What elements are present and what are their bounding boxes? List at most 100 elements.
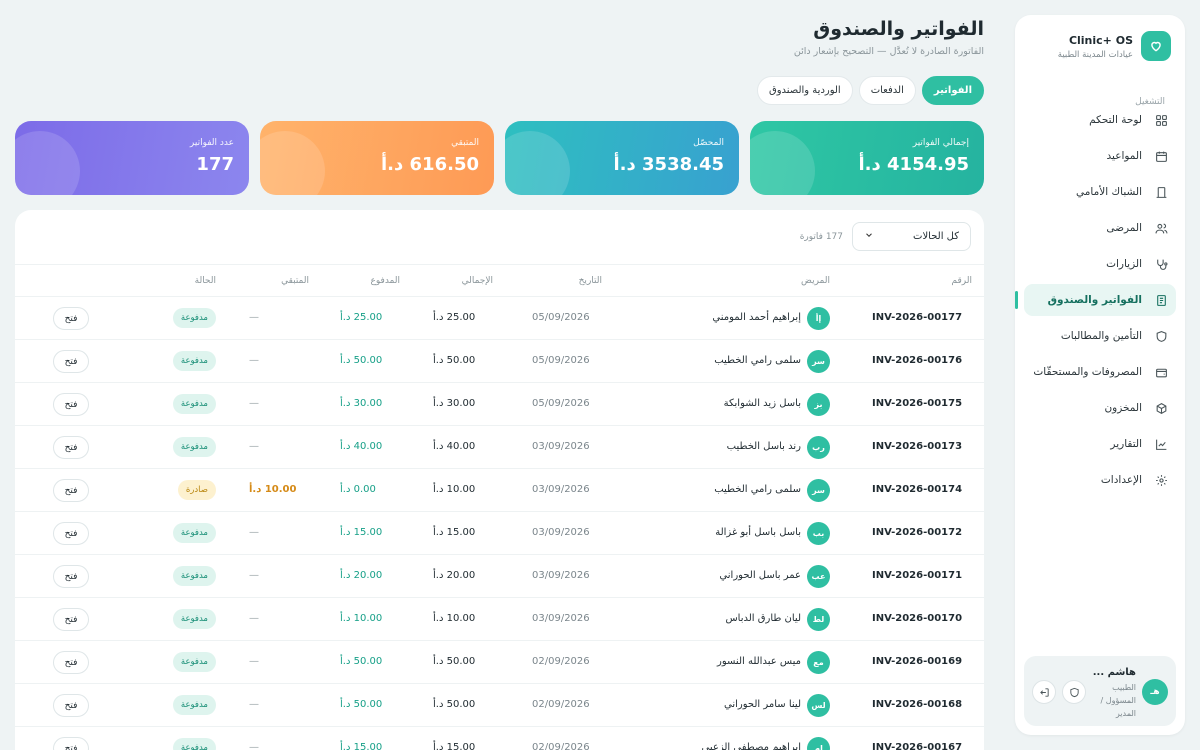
invoice-number: INV-2026-00170: [872, 613, 963, 624]
status-badge: مدفوعة: [172, 695, 216, 715]
open-invoice-button[interactable]: فتح: [53, 651, 89, 674]
open-invoice-button[interactable]: فتح: [53, 565, 89, 588]
sidebar-item-appointments[interactable]: المواعيد: [1024, 140, 1176, 172]
table-row[interactable]: INV-2026-00169 مع ميس عبدالله النسور 02/09/…: [15, 641, 984, 684]
sidebar-item-expenses[interactable]: المصروفات والمستحقّات: [1024, 356, 1176, 388]
open-invoice-button[interactable]: فتح: [53, 737, 89, 750]
page-title: الفواتير والصندوق: [813, 18, 984, 40]
open-invoice-button[interactable]: فتح: [53, 393, 89, 416]
patient-name[interactable]: باسل زيد الشوابكة: [724, 398, 801, 409]
sidebar-item-reports[interactable]: التقارير: [1024, 428, 1176, 460]
kpi-label: المحصّل: [693, 138, 724, 148]
patient-name[interactable]: سلمى رامي الخطيب: [714, 484, 801, 495]
sidebar-item-label: المرضى: [1106, 222, 1142, 234]
patient-name[interactable]: عمر باسل الحوراني: [719, 570, 801, 581]
invoice-date: 02/09/2026: [532, 742, 590, 750]
users-icon: [1154, 221, 1168, 235]
sidebar-item-patients[interactable]: المرضى: [1024, 212, 1176, 244]
invoice-total: 10.00 د.أ: [433, 613, 476, 624]
patient-avatar: مع: [807, 651, 830, 674]
invoice-date: 03/09/2026: [532, 441, 590, 452]
table-row[interactable]: INV-2026-00170 لط ليان طارق الدباس 03/09/20…: [15, 598, 984, 641]
patient-name[interactable]: رند باسل الخطيب: [727, 441, 801, 452]
open-invoice-button[interactable]: فتح: [53, 307, 89, 330]
status-badge: مدفوعة: [172, 351, 216, 371]
table-row[interactable]: INV-2026-00172 بب باسل باسل أبو غزالة 03/09…: [15, 512, 984, 555]
table-row[interactable]: INV-2026-00174 سر سلمى رامي الخطيب 03/09/20…: [15, 469, 984, 512]
sidebar-item-dashboard[interactable]: لوحة التحكم: [1024, 104, 1176, 136]
table-row[interactable]: INV-2026-00177 إأ إبراهيم أحمد المومني 05/0…: [15, 297, 984, 340]
table-row[interactable]: INV-2026-00168 لس لينا سامر الحوراني 02/09/…: [15, 684, 984, 727]
table-row[interactable]: INV-2026-00175 بز باسل زيد الشوابكة 05/09/2…: [15, 383, 984, 426]
invoice-date: 03/09/2026: [532, 527, 590, 538]
logout-button[interactable]: [1032, 680, 1056, 704]
invoice-date: 05/09/2026: [532, 355, 590, 366]
patient-name[interactable]: باسل باسل أبو غزالة: [715, 527, 801, 538]
sidebar-item-label: الزيارات: [1106, 258, 1142, 270]
logout-icon: [1039, 683, 1050, 702]
table-row[interactable]: INV-2026-00171 عب عمر باسل الحوراني 03/09/2…: [15, 555, 984, 598]
kpi-label: المتبقي: [451, 138, 479, 148]
invoice-date: 03/09/2026: [532, 613, 590, 624]
invoice-number: INV-2026-00177: [872, 312, 963, 323]
table-row[interactable]: INV-2026-00176 سر سلمى رامي الخطيب 05/09/20…: [15, 340, 984, 383]
open-invoice-button[interactable]: فتح: [53, 608, 89, 631]
patient-avatar: عب: [807, 565, 830, 588]
invoice-remaining: —: [249, 613, 259, 624]
sidebar-item-settings[interactable]: الإعدادات: [1024, 464, 1176, 496]
open-invoice-button[interactable]: فتح: [53, 479, 89, 502]
sidebar-item-invoices[interactable]: الفواتير والصندوق: [1015, 284, 1176, 316]
table-row[interactable]: INV-2026-00167 إم إبراهيم مصطفى الزعبي 02/0…: [15, 727, 984, 750]
grid-icon: [1154, 113, 1168, 127]
patient-name[interactable]: إبراهيم مصطفى الزعبي: [702, 742, 801, 750]
invoice-paid: 25.00 د.أ: [340, 312, 383, 323]
door-icon: [1154, 185, 1168, 199]
invoice-number: INV-2026-00175: [872, 398, 963, 409]
tabs: الفواتير الدفعات الوردية والصندوق: [756, 76, 984, 105]
invoice-number: INV-2026-00174: [872, 484, 963, 495]
column-header-total: الإجمالي: [461, 276, 493, 286]
stethoscope-icon: [1154, 257, 1168, 271]
sidebar-item-insurance[interactable]: التأمين والمطالبات: [1024, 320, 1176, 352]
tab-invoices[interactable]: الفواتير: [921, 76, 984, 105]
open-invoice-button[interactable]: فتح: [53, 522, 89, 545]
patient-name[interactable]: لينا سامر الحوراني: [724, 699, 801, 710]
status-badge: مدفوعة: [172, 437, 216, 457]
table-row[interactable]: INV-2026-00173 رب رند باسل الخطيب 03/09/202…: [15, 426, 984, 469]
invoice-paid: 50.00 د.أ: [340, 656, 383, 667]
invoice-remaining: —: [249, 742, 259, 750]
status-filter-select[interactable]: كل الحالات: [852, 222, 971, 251]
invoice-total: 15.00 د.أ: [433, 527, 476, 538]
invoice-paid: 30.00 د.أ: [340, 398, 383, 409]
invoice-number: INV-2026-00169: [872, 656, 963, 667]
invoice-total: 25.00 د.أ: [433, 312, 476, 323]
tab-shift-cashbox[interactable]: الوردية والصندوق: [756, 76, 853, 105]
invoices-table-panel: كل الحالات 177 فاتورة الرقم المريض التار…: [15, 210, 984, 750]
tab-payments[interactable]: الدفعات: [858, 76, 916, 105]
invoice-paid: 40.00 د.أ: [340, 441, 383, 452]
invoice-date: 03/09/2026: [532, 570, 590, 581]
sidebar-item-inventory[interactable]: المخزون: [1024, 392, 1176, 424]
avatar[interactable]: هـ: [1142, 679, 1168, 705]
patient-name[interactable]: سلمى رامي الخطيب: [714, 355, 801, 366]
sidebar-item-visits[interactable]: الزيارات: [1024, 248, 1176, 280]
shield-icon: [1154, 329, 1168, 343]
sidebar-item-label: المصروفات والمستحقّات: [1033, 366, 1142, 378]
open-invoice-button[interactable]: فتح: [53, 350, 89, 373]
column-header-number: الرقم: [951, 276, 972, 286]
sidebar-item-label: المخزون: [1104, 402, 1142, 414]
open-invoice-button[interactable]: فتح: [53, 436, 89, 459]
sidebar-nav: لوحة التحكم المواعيد الشباك الأمامي المر…: [1015, 104, 1176, 500]
patient-name[interactable]: إبراهيم أحمد المومني: [712, 312, 801, 323]
user-shield-button[interactable]: [1062, 680, 1086, 704]
sidebar-item-front-desk[interactable]: الشباك الأمامي: [1024, 176, 1176, 208]
sidebar-item-label: المواعيد: [1106, 150, 1142, 162]
invoice-number: INV-2026-00176: [872, 355, 963, 366]
kpi-collected: المحصّل 3538.45 د.أ: [505, 121, 739, 195]
open-invoice-button[interactable]: فتح: [53, 694, 89, 717]
patient-name[interactable]: ميس عبدالله النسور: [717, 656, 801, 667]
patient-name[interactable]: ليان طارق الدباس: [725, 613, 801, 624]
invoice-date: 05/09/2026: [532, 398, 590, 409]
box-icon: [1154, 401, 1168, 415]
patient-avatar: بز: [807, 393, 830, 416]
